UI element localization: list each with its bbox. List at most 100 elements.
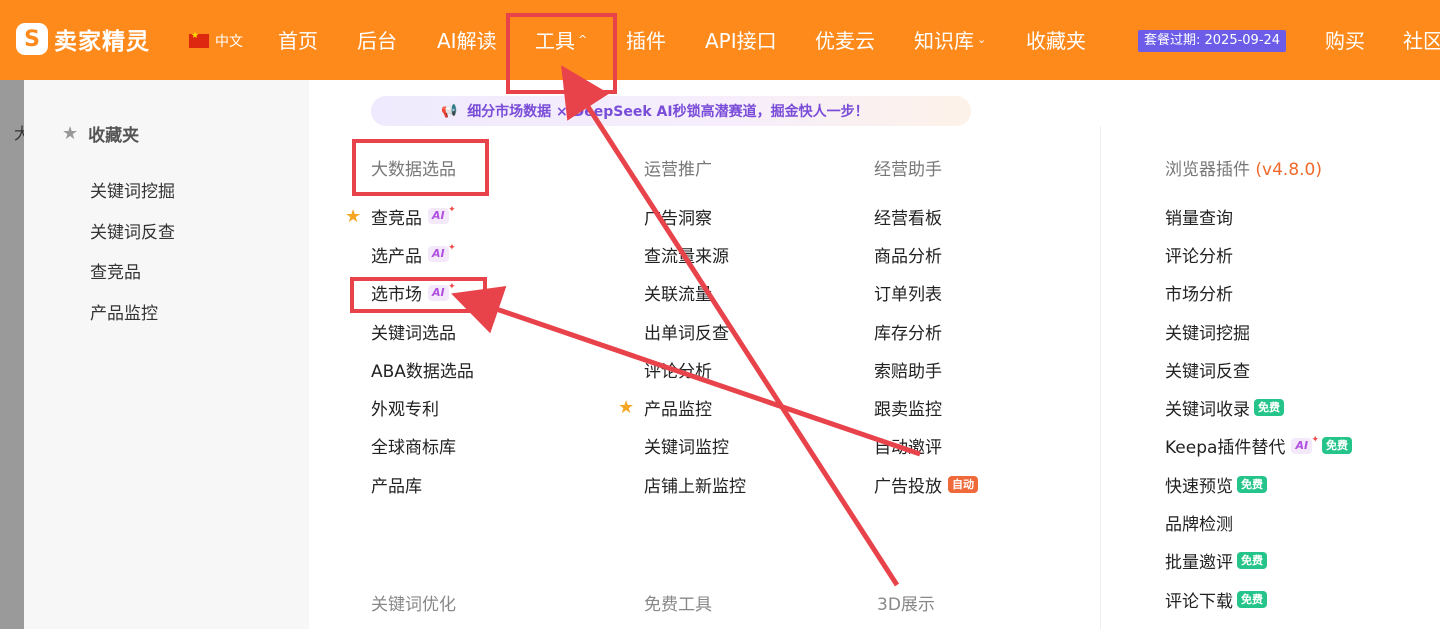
tool-label: 关键词收录 [1165, 400, 1250, 421]
tool-link[interactable]: 评论分析 [644, 350, 746, 388]
tool-link[interactable]: 全球商标库 [371, 427, 474, 465]
tool-link[interactable]: 品牌检测 [1165, 503, 1352, 541]
tool-link[interactable]: 关键词监控 [644, 427, 746, 465]
tool-link[interactable]: 库存分析 [874, 312, 978, 350]
tool-label: 评论下载 [1165, 591, 1233, 612]
ai-badge: AI [428, 202, 455, 225]
tool-link[interactable]: 出单词反查 [644, 312, 746, 350]
column-heading-operations: 运营推广 [644, 160, 712, 180]
nav-api[interactable]: API接口 [705, 25, 777, 54]
nav-buy[interactable]: 购买 [1325, 25, 1365, 54]
tool-link[interactable]: 关键词反查 [1165, 350, 1352, 388]
tool-link[interactable]: 评论分析 [1165, 235, 1352, 273]
tool-label: 广告投放 [874, 476, 942, 497]
tool-link[interactable]: 经营看板 [874, 197, 978, 235]
tool-link[interactable]: 外观专利 [371, 388, 474, 426]
section-heading-keyword-optimization: 关键词优化 [371, 595, 456, 615]
tool-label: 选产品 [371, 246, 422, 267]
language-switcher[interactable]: 中文 [189, 31, 243, 51]
tool-link[interactable]: Keepa插件替代AI免费 [1165, 427, 1353, 465]
tool-link[interactable]: 关键词挖掘 [1165, 312, 1352, 350]
nav-ai-interpret[interactable]: AI解读 [437, 25, 497, 54]
tool-label: 关键词监控 [644, 438, 729, 459]
tool-label: 选市场 [371, 285, 422, 306]
tool-link[interactable]: 产品库 [371, 465, 474, 503]
favorites-item[interactable]: 查竞品 [90, 261, 175, 302]
favorite-star-icon[interactable]: ★ [345, 206, 361, 227]
tool-link[interactable]: 选市场 AI [371, 274, 474, 312]
favorites-item[interactable]: 关键词反查 [90, 221, 175, 262]
tool-link[interactable]: ★ 产品监控 [618, 388, 746, 426]
tool-label: 外观专利 [371, 400, 439, 421]
tool-link[interactable]: 店铺上新监控 [644, 465, 746, 503]
tool-label: 经营看板 [874, 208, 942, 229]
tool-link[interactable]: 快速预览 免费 [1165, 465, 1352, 503]
star-icon: ★ [62, 123, 79, 144]
tool-label: 索赔助手 [874, 361, 942, 382]
nav-plugins[interactable]: 插件 [626, 25, 666, 54]
column-heading-bigdata: 大数据选品 [371, 160, 456, 180]
nav-knowledge[interactable]: 知识库 ⌄ [914, 25, 986, 54]
china-flag-icon [189, 31, 209, 48]
tool-link[interactable]: 关联流量 [644, 274, 746, 312]
tool-list-browser-plugin: 销量查询 评论分析 市场分析 关键词挖掘 关键词反查 关键词收录 免费 Keepa插件替代 AI… [1165, 197, 1353, 618]
nav-favorites[interactable]: 收藏夹 [1026, 25, 1086, 54]
tool-label: 库存分析 [874, 323, 942, 344]
favorites-list: 关键词挖掘 关键词反查 查竞品 产品监控 [90, 180, 175, 342]
tool-link[interactable]: 广告投放 自动 [874, 465, 978, 503]
tool-label: 自动邀评 [874, 438, 942, 459]
announcement-banner[interactable]: 📢 细分市场数据 × DeepSeek AI秒锁高潜赛道，掘金快人一步！ [371, 96, 971, 126]
free-badge: 免费 [1237, 590, 1267, 608]
favorites-sidebar: ★ 收藏夹 关键词挖掘 关键词反查 查竞品 产品监控 [24, 80, 309, 629]
tool-link[interactable]: 销量查询 [1165, 197, 1352, 235]
plan-expiry-badge[interactable]: 套餐过期: 2025-09-24 [1138, 30, 1287, 52]
tool-link[interactable]: 选产品 AI [371, 235, 474, 273]
tool-link[interactable]: ABA数据选品 [371, 350, 474, 388]
section-heading-3d-display: 3D展示 [877, 595, 935, 615]
brand-logo[interactable]: S 卖家精灵 [16, 22, 150, 56]
tool-link[interactable]: 关键词选品 [371, 312, 474, 350]
favorite-star-icon[interactable]: ★ [618, 397, 634, 418]
free-badge: 免费 [1237, 552, 1267, 570]
tool-link[interactable]: 自动邀评 [874, 427, 978, 465]
chevron-up-icon: ^ [578, 33, 588, 46]
favorites-item[interactable]: 关键词挖掘 [90, 180, 175, 221]
tool-label: 出单词反查 [644, 323, 729, 344]
tool-link[interactable]: ★ 查竞品 AI [345, 197, 474, 235]
nav-backend[interactable]: 后台 [357, 25, 397, 54]
language-label: 中文 [215, 34, 243, 50]
announcement-text: 细分市场数据 × DeepSeek AI秒锁高潜赛道，掘金快人一步！ [467, 104, 869, 120]
brand-name: 卖家精灵 [54, 29, 150, 55]
tool-label: 全球商标库 [371, 438, 456, 459]
tools-dropdown-panel: ★ 收藏夹 关键词挖掘 关键词反查 查竞品 产品监控 📢 细分市场数据 × De… [24, 80, 1440, 629]
nav-home[interactable]: 首页 [278, 25, 318, 54]
tool-label: 关键词反查 [1165, 361, 1250, 382]
tool-link[interactable]: 查流量来源 [644, 235, 746, 273]
free-badge: 免费 [1322, 437, 1353, 455]
nav-community[interactable]: 社区 [1403, 25, 1440, 54]
tool-link[interactable]: 索赔助手 [874, 350, 978, 388]
tool-label: 关键词挖掘 [1165, 323, 1250, 344]
nav-youmaiyun[interactable]: 优麦云 [815, 25, 875, 54]
tool-link[interactable]: 市场分析 [1165, 274, 1352, 312]
tool-link[interactable]: 跟卖监控 [874, 388, 978, 426]
tool-link[interactable]: 订单列表 [874, 274, 978, 312]
tool-link[interactable]: 广告洞察 [644, 197, 746, 235]
tool-link[interactable]: 关键词收录 免费 [1165, 388, 1352, 426]
logo-mark-icon: S [16, 23, 48, 55]
tool-label: 销量查询 [1165, 208, 1233, 229]
ai-badge: AI [428, 279, 455, 301]
tool-label: 跟卖监控 [874, 400, 942, 421]
chevron-down-icon: ⌄ [977, 33, 987, 46]
tool-list-business: 经营看板商品分析 订单列表库存分析索赔助手跟卖监控自动邀评广告投放 自动 [874, 197, 978, 503]
tool-label: ABA数据选品 [371, 361, 474, 382]
tool-link[interactable]: 商品分析 [874, 235, 978, 273]
tool-label: 产品监控 [644, 400, 712, 421]
tool-link[interactable]: 评论下载 免费 [1165, 580, 1352, 618]
tool-label: 店铺上新监控 [644, 476, 746, 497]
tool-label: 批量邀评 [1165, 553, 1233, 574]
nav-tools[interactable]: 工具 ^ [535, 25, 587, 54]
tool-link[interactable]: 批量邀评 免费 [1165, 542, 1352, 580]
tool-label: 查流量来源 [644, 246, 729, 267]
favorites-item[interactable]: 产品监控 [90, 302, 175, 343]
